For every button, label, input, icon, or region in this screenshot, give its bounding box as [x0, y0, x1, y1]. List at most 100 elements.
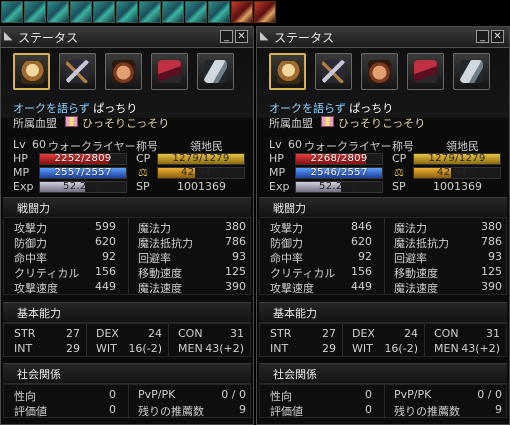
basic-divider: [342, 324, 343, 356]
buff-icon[interactable]: [70, 1, 92, 23]
social-stat-label: PvP/PK: [138, 388, 176, 401]
weight-icon: ⚖: [394, 166, 404, 179]
hp-label: HP: [13, 152, 28, 165]
sp-label: SP: [392, 180, 406, 193]
basic-stat-label: CON: [178, 327, 203, 340]
tab-fist[interactable]: [105, 53, 142, 90]
social-stat-value: 0: [365, 388, 372, 401]
character-name: ぱっちり: [349, 102, 394, 115]
face-icon: [21, 61, 44, 84]
window-menu-icon[interactable]: ◣: [260, 30, 272, 42]
close-button[interactable]: ✕: [235, 30, 248, 43]
character-name-row: オークを語らず ぱっちり: [269, 100, 393, 116]
social-section-header: 社会関係: [3, 363, 251, 384]
buff-icon[interactable]: [185, 1, 207, 23]
tab-fist[interactable]: [361, 53, 398, 90]
weapon-icon: [322, 60, 345, 83]
buff-icon[interactable]: [139, 1, 161, 23]
hp-label: HP: [269, 152, 284, 165]
tab-weapon[interactable]: [315, 53, 352, 90]
combat-stat-label: 移動速度: [138, 267, 182, 280]
combat-stat-label: 命中率: [14, 252, 47, 265]
exp-label: Exp: [269, 180, 290, 193]
social-stat-value: 0: [109, 403, 116, 416]
social-stat-label: 評価値: [14, 405, 47, 418]
title-bar[interactable]: ◣ ステータス _ ✕: [257, 27, 509, 48]
combat-divider: [128, 218, 129, 294]
tab-face[interactable]: [269, 53, 306, 90]
buff-icon[interactable]: [93, 1, 115, 23]
combat-section-header: 戦闘力: [259, 197, 507, 218]
social-grid: 性向 0 PvP/PK 0 / 0 評価値 0 残りの推薦数 9: [259, 384, 507, 418]
combat-stat-label: 防御力: [270, 237, 303, 250]
window-title: ステータス: [18, 31, 79, 45]
exp-bar: 52.27%: [295, 181, 383, 193]
window-menu-icon[interactable]: ◣: [4, 30, 16, 42]
buff-icon[interactable]: [254, 1, 276, 23]
basic-stat-label: DEX: [352, 327, 375, 340]
combat-stat-value: 786: [225, 235, 246, 248]
fist-icon: [112, 60, 135, 83]
tab-horn[interactable]: [453, 53, 490, 90]
combat-stat-value: 786: [481, 235, 502, 248]
basic-section-header: 基本能力: [259, 302, 507, 323]
tab-flag[interactable]: [407, 53, 444, 90]
combat-stat-label: 魔法抵抗力: [394, 237, 449, 250]
mp-text: 2546/2557: [310, 167, 368, 178]
buff-icon[interactable]: [231, 1, 253, 23]
basic-stat-value: 27: [66, 327, 80, 340]
combat-stat-label: 攻撃速度: [14, 282, 58, 295]
social-section-title: 社会関係: [17, 368, 61, 381]
basic-section-header: 基本能力: [3, 302, 251, 323]
sp-value: 1001369: [433, 180, 482, 193]
combat-stat-value: 599: [95, 220, 116, 233]
basic-stat-value: 29: [322, 342, 336, 355]
buff-icon[interactable]: [1, 1, 23, 23]
combat-stat-label: 攻撃力: [270, 222, 303, 235]
horn-icon: [460, 60, 483, 83]
hp-bar: 2252/2809: [39, 153, 127, 165]
title-bar[interactable]: ◣ ステータス _ ✕: [1, 27, 253, 48]
minimize-button[interactable]: _: [220, 30, 233, 43]
social-divider: [128, 385, 129, 417]
social-divider: [384, 385, 385, 417]
tab-weapon[interactable]: [59, 53, 96, 90]
window-title: ステータス: [274, 31, 335, 45]
social-stat-label: 性向: [14, 390, 36, 403]
social-stat-value: 0 / 0: [221, 388, 246, 401]
basic-grid: STR 27 DEX 24 CON 31 INT 29 WIT 16(-2) MEN 43(+2): [259, 323, 507, 357]
buff-icon[interactable]: [47, 1, 69, 23]
weight-text: 42.94%: [181, 167, 221, 178]
combat-stat-value: 449: [351, 280, 372, 293]
level-value: 60: [32, 138, 46, 151]
face-icon: [277, 61, 300, 84]
tab-horn[interactable]: [197, 53, 234, 90]
flag-icon: [414, 60, 437, 83]
basic-stat-label: WIT: [96, 342, 117, 355]
minimize-button[interactable]: _: [476, 30, 489, 43]
social-stat-label: 評価値: [270, 405, 303, 418]
sp-label: SP: [136, 180, 150, 193]
mp-text: 2557/2557: [54, 167, 112, 178]
basic-stat-value: 29: [66, 342, 80, 355]
combat-stat-value: 156: [351, 265, 372, 278]
close-button[interactable]: ✕: [491, 30, 504, 43]
buff-icon[interactable]: [116, 1, 138, 23]
combat-stat-label: 攻撃力: [14, 222, 47, 235]
weight-bar: 42.94%: [157, 167, 245, 179]
combat-stat-label: 魔法抵抗力: [138, 237, 193, 250]
basic-grid: STR 27 DEX 24 CON 31 INT 29 WIT 16(-2) MEN 43(+2): [3, 323, 251, 357]
basic-stat-value: 43(+2): [205, 342, 244, 355]
tab-face[interactable]: [13, 53, 50, 90]
buff-icon[interactable]: [162, 1, 184, 23]
combat-stat-value: 620: [351, 235, 372, 248]
tab-flag[interactable]: [151, 53, 188, 90]
combat-stat-value: 620: [95, 235, 116, 248]
buff-icon[interactable]: [24, 1, 46, 23]
horn-icon: [204, 60, 227, 83]
social-stat-value: 0 / 0: [477, 388, 502, 401]
social-grid: 性向 0 PvP/PK 0 / 0 評価値 0 残りの推薦数 9: [3, 384, 251, 418]
character-name-row: オークを語らず ぱっちり: [13, 100, 137, 116]
combat-stat-label: 命中率: [270, 252, 303, 265]
buff-icon[interactable]: [208, 1, 230, 23]
